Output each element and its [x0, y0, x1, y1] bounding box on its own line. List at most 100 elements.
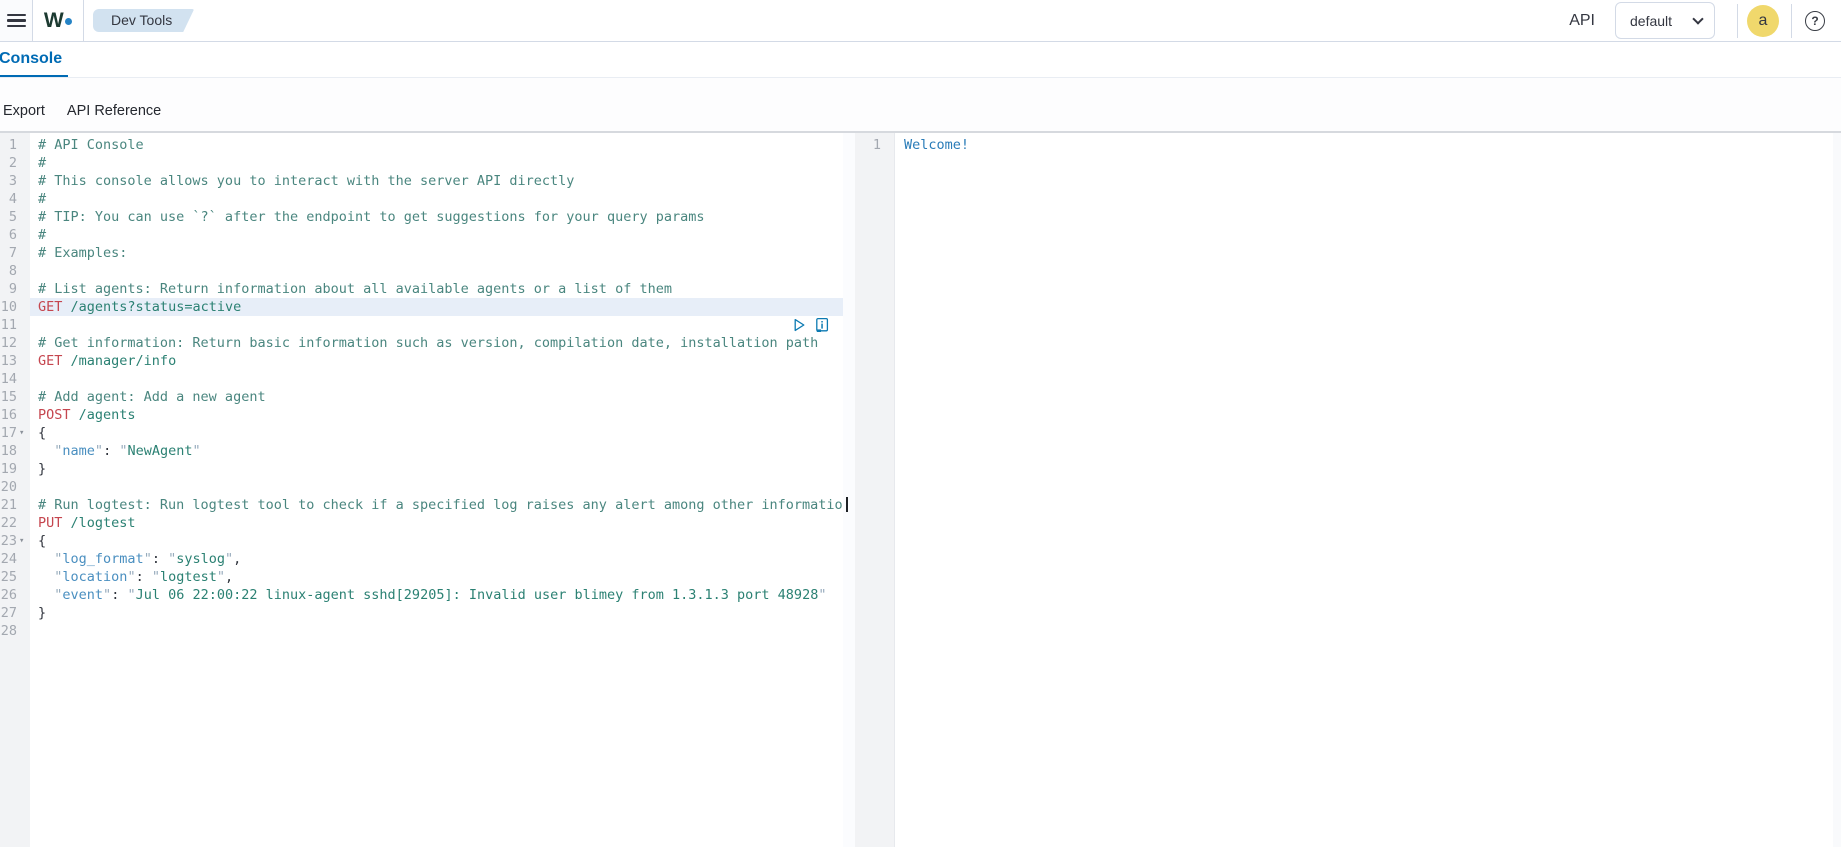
line-number: 10 — [0, 299, 17, 315]
token-quote: " — [818, 587, 827, 603]
response-editor-content: Welcome! — [896, 133, 1833, 847]
app-logo[interactable]: W — [33, 0, 84, 41]
token-plain: : — [151, 551, 169, 567]
token-comment: # List agents: Return information about … — [38, 281, 672, 297]
pane-divider[interactable] — [843, 133, 855, 847]
token-quote: " — [151, 569, 160, 585]
console-toolbar: Export API Reference — [0, 78, 1841, 131]
token-key: name — [62, 443, 95, 459]
help-button[interactable]: ? — [1805, 10, 1825, 31]
code-line[interactable]: "log_format": "syslog", — [30, 550, 843, 568]
code-line[interactable]: { — [30, 532, 843, 550]
code-fold-arrow[interactable]: ▾ — [19, 532, 29, 550]
token-comment: # TIP: You can use `?` after the endpoin… — [38, 209, 705, 225]
code-line[interactable]: Welcome! — [896, 136, 1833, 154]
token-quote: " — [216, 569, 226, 585]
response-editor-gutter: 1 — [855, 133, 895, 847]
code-line[interactable]: { — [30, 424, 843, 442]
line-number: 15 — [0, 389, 17, 405]
code-line-active[interactable]: GET /agents?status=active — [30, 298, 843, 332]
code-line[interactable]: } — [30, 604, 843, 622]
line-number: 3 — [8, 173, 17, 189]
line-number: 4 — [8, 191, 17, 207]
line-number: 1 — [872, 137, 881, 153]
token-quote: " — [103, 587, 112, 603]
line-number: 27 — [0, 605, 17, 621]
code-line[interactable]: "location": "logtest", — [30, 568, 843, 586]
logo-text: W — [43, 8, 64, 32]
code-line[interactable]: # Run logtest: Run logtest tool to check… — [30, 496, 843, 514]
code-line[interactable]: PUT /logtest — [30, 514, 843, 532]
token-plain: , — [225, 569, 234, 585]
line-number: 19 — [0, 461, 17, 477]
token-quote: " — [168, 551, 177, 567]
token-comment: # — [38, 155, 47, 171]
api-reference-button[interactable]: API Reference — [67, 103, 161, 119]
token-plain: : — [111, 587, 128, 603]
code-line[interactable] — [30, 262, 843, 280]
request-actions — [775, 299, 829, 332]
line-number: 6 — [8, 227, 17, 243]
token-plain: : — [135, 569, 152, 585]
code-line[interactable]: # API Console — [30, 136, 843, 154]
line-number: 11 — [0, 317, 17, 333]
code-line[interactable]: "name": "NewAgent" — [30, 442, 843, 460]
play-icon[interactable] — [775, 299, 805, 332]
docs-book-icon[interactable] — [798, 299, 829, 332]
code-line[interactable]: # — [30, 154, 843, 172]
token-comment: # This console allows you to interact wi… — [38, 173, 575, 189]
code-line[interactable] — [30, 370, 843, 388]
code-line[interactable]: # Examples: — [30, 244, 843, 262]
line-number: 26 — [0, 587, 17, 603]
code-line[interactable]: POST /agents — [30, 406, 843, 424]
code-line[interactable]: GET /manager/info — [30, 352, 843, 370]
response-scrollbar[interactable] — [1833, 133, 1841, 847]
user-avatar[interactable]: a — [1747, 4, 1779, 37]
code-line[interactable]: # List agents: Return information about … — [30, 280, 843, 298]
code-line[interactable]: # — [30, 226, 843, 244]
code-line[interactable]: # This console allows you to interact wi… — [30, 172, 843, 190]
hamburger-icon — [6, 13, 26, 17]
line-number: 23 ▾ — [0, 532, 30, 550]
token-method: GET — [38, 299, 63, 315]
token-str: logtest — [159, 569, 217, 585]
export-button[interactable]: Export — [3, 103, 45, 119]
line-number: 22 — [0, 515, 17, 531]
line-number: 20 — [0, 479, 17, 495]
token-str: Jul 06 22:00:22 linux-agent sshd[29205]:… — [135, 587, 819, 603]
code-line[interactable]: "event": "Jul 06 22:00:22 linux-agent ss… — [30, 586, 843, 604]
token-plain: { — [38, 533, 47, 549]
line-number: 5 — [8, 209, 17, 225]
token-method: POST — [38, 407, 71, 423]
request-editor[interactable]: 1 2 3 4 5 6 7 8 9 10 11 12 13 14 15 16 17 ▾ 18 19 20 21 22 23 ▾ 2… — [0, 133, 855, 847]
tab-bar: Console — [0, 42, 1841, 78]
code-line[interactable]: # TIP: You can use `?` after the endpoin… — [30, 208, 843, 226]
code-line[interactable] — [30, 316, 843, 334]
code-line[interactable] — [30, 622, 843, 640]
request-editor-content[interactable]: # API Console # # This console allows you … — [30, 133, 843, 847]
code-line[interactable] — [30, 478, 843, 496]
code-line[interactable]: # Add agent: Add a new agent — [30, 388, 843, 406]
code-line[interactable]: # — [30, 190, 843, 208]
tab-console[interactable]: Console — [0, 42, 69, 77]
response-editor[interactable]: 1 Welcome! — [855, 133, 1841, 847]
token-quote: " — [127, 569, 136, 585]
token-plain: , — [233, 551, 242, 567]
line-number: 7 — [8, 245, 17, 261]
api-host-select[interactable]: default — [1615, 2, 1715, 39]
hamburger-menu-button[interactable] — [0, 0, 33, 41]
token-quote: " — [192, 443, 201, 459]
breadcrumb-dev-tools[interactable]: Dev Tools — [93, 9, 194, 32]
token-str: syslog — [176, 551, 226, 567]
code-line[interactable]: } — [30, 460, 843, 478]
code-fold-arrow[interactable]: ▾ — [19, 424, 29, 442]
code-line[interactable]: # Get information: Return basic informat… — [30, 334, 843, 352]
token-quote: " — [225, 551, 234, 567]
line-number: 18 — [0, 443, 17, 459]
